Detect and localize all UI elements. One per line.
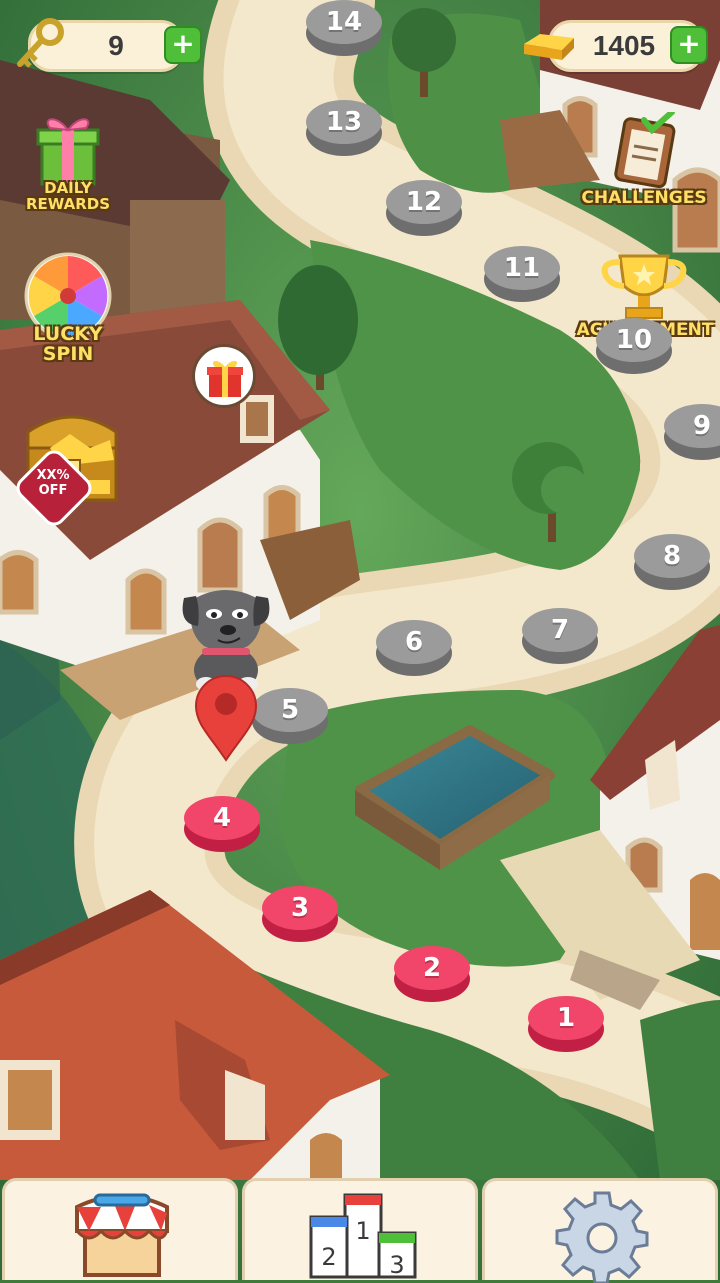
challenges-label: CHALLENGES bbox=[581, 188, 707, 208]
level-button-completed[interactable]: 1 bbox=[528, 996, 604, 1052]
tab-settings[interactable] bbox=[482, 1178, 718, 1283]
level-number: 7 bbox=[550, 615, 570, 645]
daily-rewards-label: DAILY REWARDS bbox=[25, 179, 111, 213]
level-number: 14 bbox=[325, 7, 363, 37]
level-number: 2 bbox=[422, 953, 442, 983]
gold-bar-icon bbox=[524, 34, 574, 60]
level-number: 12 bbox=[405, 187, 443, 217]
gift-bubble[interactable] bbox=[192, 344, 256, 408]
level-button-locked[interactable]: 12 bbox=[386, 180, 462, 236]
level-number: 10 bbox=[615, 325, 653, 355]
tab-shop[interactable] bbox=[2, 1178, 238, 1280]
level-button-completed[interactable]: 2 bbox=[394, 946, 470, 1002]
gold-count: 1405 bbox=[592, 30, 656, 61]
daily-rewards-button[interactable]: DAILY REWARDS bbox=[14, 108, 122, 216]
gift-box-icon bbox=[36, 118, 100, 186]
first-place-label: 1 bbox=[355, 1217, 370, 1245]
level-number: 5 bbox=[280, 695, 300, 725]
keys-count: 9 bbox=[108, 30, 124, 61]
level-number: 8 bbox=[662, 541, 682, 571]
lucky-spin-label: LUCKY SPIN bbox=[33, 323, 103, 365]
level-button-locked[interactable]: 10 bbox=[596, 318, 672, 374]
level-number: 13 bbox=[325, 107, 363, 137]
sale-badge-text: XX% OFF bbox=[36, 468, 70, 498]
level-number: 9 bbox=[692, 411, 712, 441]
level-number: 4 bbox=[212, 803, 232, 833]
level-button-completed[interactable]: 4 bbox=[184, 796, 260, 852]
level-button-locked[interactable]: 14 bbox=[306, 0, 382, 56]
add-gold-button[interactable]: + bbox=[670, 26, 708, 64]
level-button-locked[interactable]: 6 bbox=[376, 620, 452, 676]
tab-leaderboard[interactable]: 1 2 3 bbox=[242, 1178, 478, 1280]
level-number: 11 bbox=[503, 253, 541, 283]
level-number: 1 bbox=[556, 1003, 576, 1033]
level-button-locked[interactable]: 7 bbox=[522, 608, 598, 664]
shop-icon bbox=[75, 1193, 169, 1277]
level-button-locked[interactable]: 13 bbox=[306, 100, 382, 156]
level-button-completed[interactable]: 3 bbox=[262, 886, 338, 942]
bottom-navigation: 1 2 3 bbox=[0, 1178, 720, 1283]
current-location-pin-icon bbox=[194, 675, 258, 762]
podium-icon: 1 2 3 bbox=[309, 1193, 417, 1279]
level-button-locked[interactable]: 8 bbox=[634, 534, 710, 590]
key-icon bbox=[17, 18, 64, 68]
level-number: 3 bbox=[290, 893, 310, 923]
gear-icon bbox=[555, 1191, 649, 1283]
special-offer-button[interactable]: XX% OFF bbox=[11, 404, 124, 531]
third-place-label: 3 bbox=[389, 1251, 404, 1279]
level-number: 6 bbox=[404, 627, 424, 657]
trophy-icon bbox=[601, 254, 687, 319]
second-place-label: 2 bbox=[321, 1243, 336, 1271]
level-button-locked[interactable]: 9 bbox=[664, 404, 720, 460]
level-button-locked[interactable]: 5 bbox=[252, 688, 328, 744]
gift-icon bbox=[207, 360, 243, 397]
level-button-locked[interactable]: 11 bbox=[484, 246, 560, 302]
add-keys-button[interactable]: + bbox=[164, 26, 202, 64]
lucky-spin-button[interactable]: LUCKY SPIN bbox=[18, 252, 118, 364]
challenges-button[interactable]: CHALLENGES bbox=[574, 112, 714, 216]
clipboard-icon bbox=[614, 112, 676, 188]
